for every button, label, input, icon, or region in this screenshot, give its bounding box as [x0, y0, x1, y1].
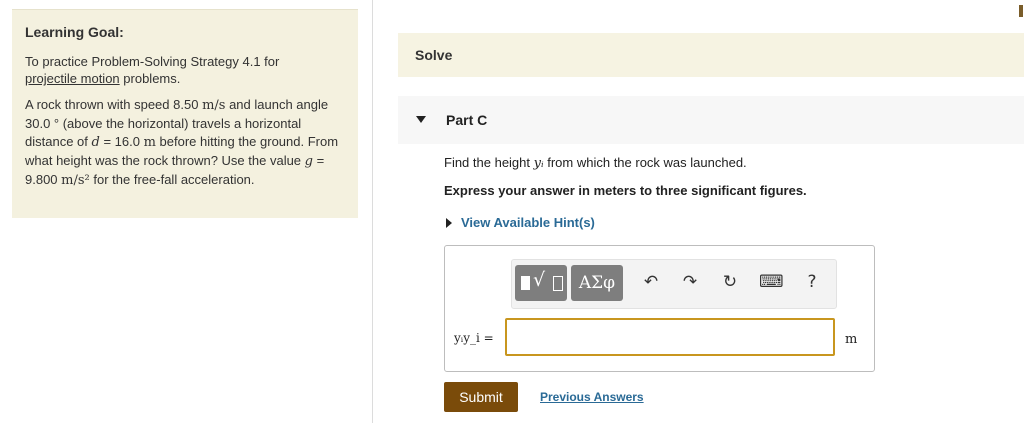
template-box-icon [553, 276, 563, 291]
solve-section-header: Solve [398, 33, 1024, 77]
problem-text-1: A rock thrown with speed 8.50 [25, 97, 199, 112]
redo-icon[interactable]: ↷ [678, 270, 702, 294]
answer-label: yᵢy_i = [454, 331, 494, 345]
reset-icon[interactable]: ↻ [718, 270, 742, 294]
intro-prefix: To practice Problem-Solving Strategy 4.1… [25, 54, 280, 69]
solve-label: Solve [415, 47, 453, 63]
keyboard-icon[interactable]: ⌨ [759, 270, 784, 294]
prompt-suffix: from which the rock was launched. [547, 155, 747, 170]
radical-icon: √ [533, 269, 546, 291]
learning-goal-intro: To practice Problem-Solving Strategy 4.1… [25, 53, 345, 87]
caret-right-icon[interactable] [446, 218, 452, 228]
gravity-unit: m/s² [61, 173, 90, 188]
answer-input[interactable] [505, 318, 835, 356]
templates-button[interactable]: √ [515, 265, 567, 301]
column-divider [372, 0, 373, 423]
problem-text-6: for the free-fall acceleration. [93, 172, 255, 187]
part-c-header[interactable]: Part C [398, 96, 1024, 144]
speed-unit: m/s [202, 98, 226, 113]
submit-button[interactable]: Submit [444, 382, 518, 412]
intro-suffix: problems. [123, 71, 181, 86]
problem-text-3: = 16.0 [103, 134, 140, 149]
prompt-prefix: Find the height [444, 155, 531, 170]
distance-unit: m [143, 135, 156, 150]
previous-answers-link[interactable]: Previous Answers [540, 390, 644, 404]
projectile-motion-link[interactable]: projectile motion [25, 71, 120, 86]
symbols-button[interactable]: ΑΣφ [571, 265, 623, 301]
corner-marker [1019, 5, 1023, 17]
answer-unit: m [845, 332, 858, 347]
learning-goal-title: Learning Goal: [25, 24, 124, 40]
distance-symbol: d [91, 135, 100, 150]
help-button[interactable]: ? [800, 270, 824, 294]
height-variable: yᵢ [533, 156, 544, 171]
question-prompt: Find the height yᵢ from which the rock w… [444, 155, 747, 171]
part-label: Part C [446, 112, 488, 128]
answer-box: √ ΑΣφ ↶ ↷ ↻ ⌨ ? yᵢy_i = m [444, 245, 875, 372]
answer-instruction: Express your answer in meters to three s… [444, 183, 807, 198]
gravity-symbol: g [304, 154, 313, 169]
learning-goal-panel: Learning Goal: To practice Problem-Solvi… [12, 9, 358, 218]
caret-down-icon[interactable] [416, 116, 426, 123]
view-hints-link[interactable]: View Available Hint(s) [461, 215, 595, 230]
undo-icon[interactable]: ↶ [639, 270, 663, 294]
template-block-icon [521, 276, 530, 290]
math-toolbar: √ ΑΣφ ↶ ↷ ↻ ⌨ ? [511, 259, 837, 309]
problem-statement: A rock thrown with speed 8.50 m/s and la… [25, 96, 350, 190]
